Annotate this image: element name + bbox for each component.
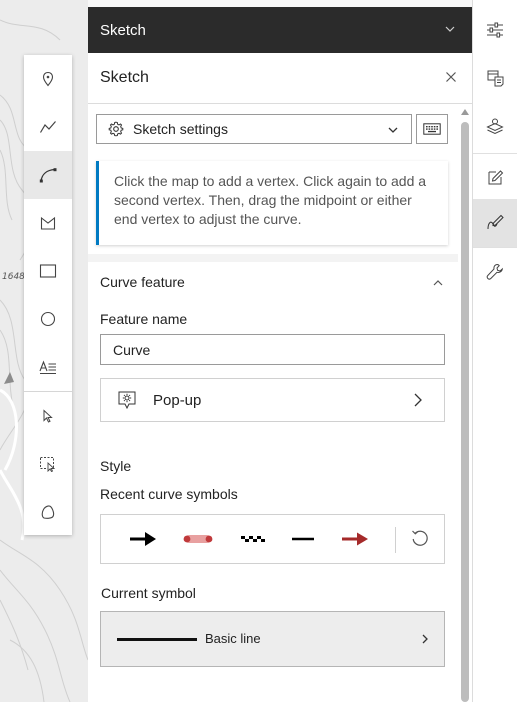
properties-icon [487, 22, 503, 38]
chevron-down-icon [388, 127, 398, 133]
select-tool-button[interactable] [24, 392, 72, 440]
feature-name-input[interactable] [100, 334, 445, 365]
current-symbol-name: Basic line [205, 631, 261, 646]
black-dash-symbol-icon [292, 537, 314, 541]
scrollbar-thumb[interactable] [461, 122, 469, 702]
point-tool-button[interactable] [24, 55, 72, 103]
layers-icon [486, 118, 504, 135]
layers-button[interactable] [473, 102, 517, 150]
chevron-right-icon [422, 634, 428, 644]
elevation-label: 1648 [2, 272, 25, 282]
collapse-button[interactable] [432, 276, 444, 294]
basic-line-preview [117, 638, 197, 641]
instruction-notice: Click the map to add a vertex. Click aga… [96, 161, 448, 245]
chevron-down-icon [445, 26, 455, 32]
panel-title-bar: Sketch [88, 53, 472, 104]
recent-symbols-label: Recent curve symbols [100, 486, 238, 502]
action-rail [472, 0, 517, 702]
panel-title: Sketch [100, 69, 149, 86]
tools-button[interactable] [473, 248, 517, 296]
rectangle-select-tool-button[interactable] [24, 440, 72, 488]
edit-icon [488, 170, 504, 185]
panel-header[interactable]: Sketch [88, 7, 472, 53]
close-icon [446, 72, 456, 82]
text-tool-button[interactable] [24, 343, 72, 391]
panel-header-title: Sketch [100, 21, 146, 39]
lasso-icon [41, 505, 55, 519]
recent-symbol-red-arrow[interactable] [335, 527, 375, 551]
recent-symbol-red-dot-line[interactable] [178, 527, 218, 551]
style-section: Style Recent curve symbols Current symbo… [88, 444, 458, 702]
curve-tool-button[interactable] [24, 151, 72, 199]
recent-symbols-divider [395, 527, 396, 553]
rectangle-icon [39, 264, 57, 278]
recent-symbol-black-dash[interactable] [283, 527, 323, 551]
gear-icon [108, 121, 124, 137]
sketch-panel: Sketch Sketch Sketch settings Click the … [88, 0, 472, 702]
properties-button[interactable] [473, 6, 517, 54]
recent-symbol-black-arrow[interactable] [123, 527, 163, 551]
sketch-settings-dropdown[interactable]: Sketch settings [96, 114, 412, 144]
curve-feature-header[interactable]: Curve feature [100, 274, 185, 290]
recent-symbol-checkered-line[interactable] [233, 527, 273, 551]
polygon-tool-button[interactable] [24, 199, 72, 247]
circle-tool-button[interactable] [24, 295, 72, 343]
sketch-icon [487, 214, 504, 230]
feature-name-label: Feature name [100, 311, 188, 327]
data-icon [487, 70, 504, 87]
current-symbol-button[interactable]: Basic line [100, 611, 445, 667]
keyboard-icon [423, 123, 441, 135]
rectangle-select-icon [40, 457, 56, 472]
sketch-button[interactable] [473, 199, 517, 247]
polyline-icon [39, 121, 56, 133]
cursor-icon [43, 409, 53, 423]
scrollbar[interactable] [458, 104, 472, 702]
section-gap [88, 254, 458, 262]
wrench-icon [486, 263, 503, 280]
red-dot-line-symbol-icon [183, 535, 213, 543]
scroll-up-icon [461, 109, 469, 115]
keyboard-shortcuts-button[interactable] [416, 114, 448, 144]
edit-button[interactable] [473, 154, 517, 202]
polygon-icon [40, 216, 56, 230]
close-button[interactable] [444, 70, 458, 89]
data-button[interactable] [473, 54, 517, 102]
red-arrow-symbol-icon [342, 532, 368, 546]
chevron-right-icon [414, 393, 422, 407]
rectangle-tool-button[interactable] [24, 247, 72, 295]
recent-symbols-list [100, 514, 445, 564]
sketch-toolbar [24, 55, 72, 535]
popup-button[interactable]: Pop-up [100, 378, 445, 422]
black-arrow-symbol-icon [130, 532, 156, 546]
text-icon [39, 360, 56, 374]
circle-icon [40, 311, 56, 327]
point-icon [42, 71, 54, 87]
popup-label: Pop-up [153, 391, 202, 409]
polyline-tool-button[interactable] [24, 103, 72, 151]
checkered-line-symbol-icon [241, 536, 265, 542]
curve-feature-section: Curve feature Feature name Pop-up [88, 262, 458, 445]
style-header: Style [100, 458, 132, 474]
curve-icon [39, 168, 57, 183]
popup-gear-icon [118, 391, 136, 410]
panel-content: Sketch settings Click the map to add a v… [88, 104, 458, 702]
reset-symbols-button[interactable] [410, 528, 430, 553]
reset-icon [412, 530, 428, 546]
sketch-settings-label: Sketch settings [133, 121, 228, 137]
current-symbol-label: Current symbol [101, 585, 196, 601]
chevron-up-icon [433, 280, 443, 286]
lasso-select-tool-button[interactable] [24, 488, 72, 536]
